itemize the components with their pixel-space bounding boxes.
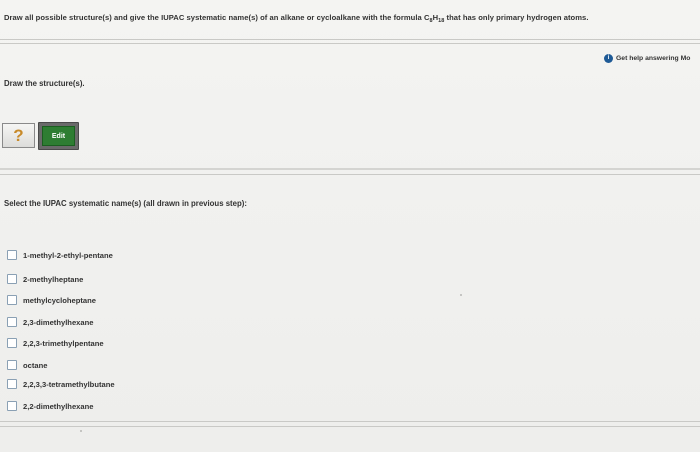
option-checkbox[interactable]: [7, 338, 17, 348]
option-label: 2,2,3,3-tetramethylbutane: [23, 379, 115, 389]
screen-speck: [460, 294, 462, 296]
screen-speck: [80, 430, 82, 432]
option-item[interactable]: 2,2-dimethylhexane: [7, 401, 93, 411]
get-help-link[interactable]: i Get help answering Mo: [604, 54, 690, 63]
divider: [0, 421, 700, 422]
option-item[interactable]: octane: [7, 360, 47, 370]
option-label: 1-methyl-2-ethyl-pentane: [23, 250, 113, 260]
divider: [0, 39, 700, 40]
select-section-label: Select the IUPAC systematic name(s) (all…: [4, 199, 247, 208]
question-mark-icon: ?: [13, 125, 24, 145]
option-item[interactable]: methylcycloheptane: [7, 295, 96, 305]
option-label: octane: [23, 360, 48, 370]
option-item[interactable]: 1-methyl-2-ethyl-pentane: [7, 250, 113, 260]
question-text: Draw all possible structure(s) and give …: [4, 13, 588, 24]
option-label: 2,3-dimethylhexane: [23, 317, 94, 327]
divider: [0, 168, 700, 170]
divider: [0, 426, 700, 427]
get-help-label: Get help answering Mo: [616, 55, 691, 62]
question-suffix: that has only primary hydrogen atoms.: [444, 13, 589, 22]
option-checkbox[interactable]: [7, 379, 17, 389]
info-icon: i: [604, 54, 613, 63]
edit-button[interactable]: Edit: [38, 122, 79, 150]
question-prefix: Draw all possible structure(s) and give …: [4, 13, 430, 22]
option-label: 2,2-dimethylhexane: [23, 401, 94, 411]
option-checkbox[interactable]: [7, 295, 17, 305]
edit-button-label: Edit: [42, 126, 75, 146]
structure-placeholder[interactable]: ?: [2, 123, 35, 148]
divider: [0, 174, 700, 175]
option-label: 2-methylheptane: [23, 274, 84, 284]
option-label: 2,2,3-trimethylpentane: [23, 338, 104, 348]
divider: [0, 43, 700, 44]
draw-section-label: Draw the structure(s).: [4, 79, 85, 88]
option-checkbox[interactable]: [7, 274, 17, 284]
option-checkbox[interactable]: [7, 250, 17, 260]
option-checkbox[interactable]: [7, 401, 17, 411]
option-label: methylcycloheptane: [23, 295, 97, 305]
option-item[interactable]: 2-methylheptane: [7, 274, 83, 284]
option-item[interactable]: 2,2,3-trimethylpentane: [7, 338, 104, 348]
option-checkbox[interactable]: [7, 317, 17, 327]
option-item[interactable]: 2,2,3,3-tetramethylbutane: [7, 379, 115, 389]
option-item[interactable]: 2,3-dimethylhexane: [7, 317, 93, 327]
option-checkbox[interactable]: [7, 360, 17, 370]
